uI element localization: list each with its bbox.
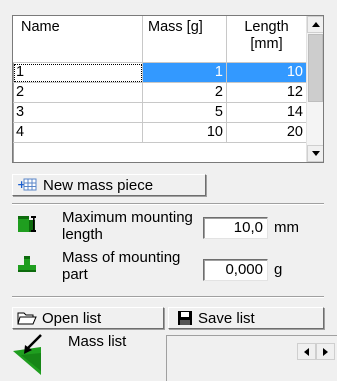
mass-list-scroll-buttons (297, 343, 335, 360)
cell-name[interactable]: 3 (13, 103, 143, 123)
save-list-button[interactable]: Save list (168, 307, 324, 329)
open-list-label: Open list (42, 309, 102, 327)
max-mounting-label-line2: length (62, 226, 103, 243)
table-row[interactable]: 4 10 20 (13, 123, 307, 143)
mass-list-label: Mass list (68, 333, 127, 350)
mass-table-body: Name Mass [g] Length [mm] 1 1 10 2 2 12 … (13, 16, 307, 162)
table-vertical-scrollbar[interactable] (306, 16, 323, 162)
new-mass-piece-button[interactable]: + New mass piece (12, 174, 206, 196)
cell-mass[interactable]: 2 (143, 83, 227, 103)
chevron-down-icon (311, 151, 320, 156)
scroll-down-button[interactable] (307, 145, 323, 162)
max-mounting-unit: mm (274, 219, 299, 236)
green-mount-part-icon (18, 256, 36, 272)
cell-length[interactable]: 14 (227, 103, 307, 123)
mass-table[interactable]: Name Mass [g] Length [mm] 1 1 10 2 2 12 … (12, 15, 324, 163)
open-folder-icon (17, 312, 37, 324)
cell-mass[interactable]: 10 (143, 123, 227, 143)
max-mounting-length-input[interactable]: 10,0 (203, 217, 268, 239)
scroll-right-button[interactable] (316, 343, 335, 360)
mass-list-box[interactable] (166, 335, 337, 381)
table-row[interactable]: 3 5 14 (13, 103, 307, 123)
column-header-length[interactable]: Length [mm] (227, 16, 307, 63)
column-header-length-label-1: Length (244, 19, 289, 35)
mass-mounting-unit: g (274, 261, 283, 278)
green-arrow-icon (13, 334, 42, 375)
table-add-icon: + (17, 178, 37, 191)
floppy-disk-icon (178, 311, 192, 325)
green-mount-length-icon (18, 216, 36, 232)
new-mass-piece-label: New mass piece (43, 176, 154, 194)
cell-mass[interactable]: 1 (143, 63, 227, 83)
column-header-mass-label: Mass [g] (148, 19, 203, 35)
cell-name[interactable]: 1 (13, 63, 143, 83)
scroll-left-button[interactable] (297, 343, 316, 360)
cell-mass[interactable]: 5 (143, 103, 227, 123)
mass-mounting-label-line1: Mass of mounting (62, 249, 181, 266)
chevron-right-icon (323, 347, 328, 356)
scroll-thumb[interactable] (308, 34, 323, 102)
separator (12, 203, 324, 205)
mass-mounting-label-line2: part (62, 266, 88, 283)
max-mounting-length-label: Maximum mounting length (62, 209, 193, 243)
cell-name[interactable]: 4 (13, 123, 143, 143)
cell-length[interactable]: 10 (227, 63, 307, 83)
max-mounting-label-line1: Maximum mounting (62, 209, 193, 226)
column-header-length-label-2: [mm] (250, 36, 283, 52)
chevron-left-icon (304, 347, 309, 356)
cell-name[interactable]: 2 (13, 83, 143, 103)
cell-length[interactable]: 20 (227, 123, 307, 143)
scroll-up-button[interactable] (307, 16, 323, 33)
column-header-mass[interactable]: Mass [g] (143, 16, 227, 63)
mass-mounting-part-label: Mass of mounting part (62, 249, 180, 283)
separator (12, 296, 324, 298)
mass-mounting-part-input[interactable]: 0,000 (203, 259, 268, 281)
table-row[interactable]: 2 2 12 (13, 83, 307, 103)
chevron-up-icon (311, 22, 320, 27)
cell-length[interactable]: 12 (227, 83, 307, 103)
column-header-name[interactable]: Name (13, 16, 143, 63)
column-header-name-label: Name (21, 19, 60, 35)
table-row[interactable]: 1 1 10 (13, 63, 307, 83)
open-list-button[interactable]: Open list (12, 307, 164, 329)
save-list-label: Save list (198, 309, 255, 327)
